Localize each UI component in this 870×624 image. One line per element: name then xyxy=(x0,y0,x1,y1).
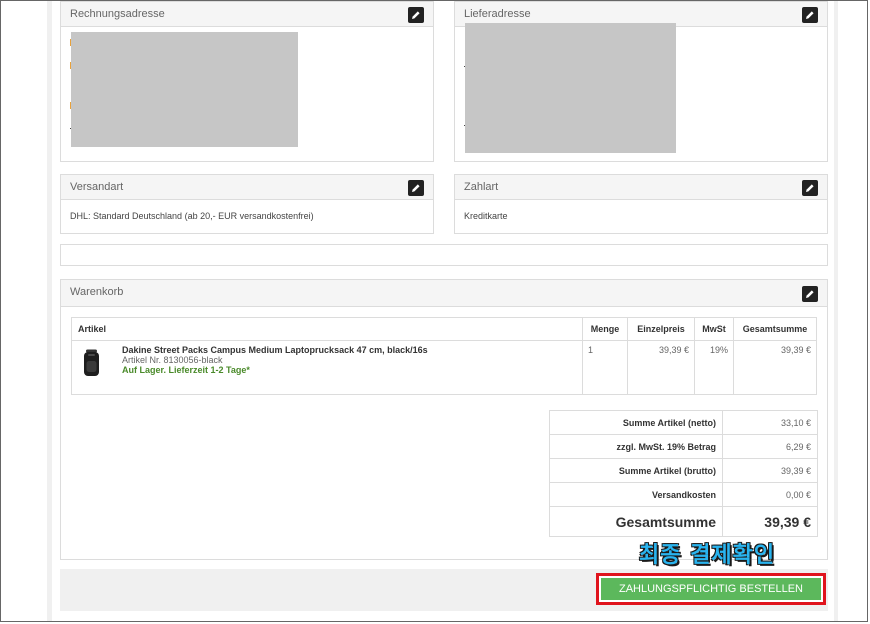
item-vat: 19% xyxy=(694,340,734,395)
cart-panel: Warenkorb Artikel Menge Einzelpreis MwSt… xyxy=(60,279,828,560)
pencil-icon xyxy=(806,290,814,298)
edit-payment-method-button[interactable] xyxy=(802,180,818,196)
shipping-method-panel: Versandart DHL: Standard Deutschland (ab… xyxy=(60,174,434,234)
grand-total-row: Gesamtsumme 39,39 € xyxy=(549,506,818,537)
cart-title: Warenkorb xyxy=(70,286,124,298)
redacted-billing-address xyxy=(71,32,298,147)
payment-method-header: Zahlart xyxy=(455,175,827,200)
shipping-method-value: DHL: Standard Deutschland (ab 20,- EUR v… xyxy=(70,211,314,221)
grand-total-label: Gesamtsumme xyxy=(549,506,723,537)
cart-table: Artikel Menge Einzelpreis MwSt Gesamtsum… xyxy=(71,317,817,395)
shipping-method-header: Versandart xyxy=(61,175,433,200)
totals-value: 33,10 € xyxy=(722,410,818,435)
item-unit-price: 39,39 € xyxy=(627,340,695,395)
column-header: Einzelpreis xyxy=(627,317,695,341)
totals-row: Versandkosten 0,00 € xyxy=(549,482,818,507)
column-header: Menge xyxy=(582,317,628,341)
item-quantity: 1 xyxy=(582,340,628,395)
totals-label: Summe Artikel (netto) xyxy=(549,410,723,435)
cart-header: Warenkorb xyxy=(61,280,827,307)
product-name[interactable]: Dakine Street Packs Campus Medium Laptop… xyxy=(122,345,577,355)
shipping-address-panel: Lieferadresse xyxy=(454,1,828,162)
table-row: Dakine Street Packs Campus Medium Laptop… xyxy=(71,340,817,395)
cart-item-cell: Dakine Street Packs Campus Medium Laptop… xyxy=(71,340,583,395)
totals-label: Versandkosten xyxy=(549,482,723,507)
empty-info-panel xyxy=(60,244,828,266)
totals-label: Summe Artikel (brutto) xyxy=(549,458,723,483)
billing-address-panel: Rechnungsadresse xyxy=(60,1,434,162)
totals-row: Summe Artikel (netto) 33,10 € xyxy=(549,410,818,435)
annotation-final-payment-confirmation: 최종 결제확인 xyxy=(639,543,776,568)
totals-value: 0,00 € xyxy=(722,482,818,507)
pencil-icon xyxy=(412,11,420,19)
edit-shipping-method-button[interactable] xyxy=(408,180,424,196)
totals-row: Summe Artikel (brutto) 39,39 € xyxy=(549,458,818,483)
payment-method-title: Zahlart xyxy=(464,181,499,193)
shipping-address-title: Lieferadresse xyxy=(464,8,531,20)
item-total: 39,39 € xyxy=(733,340,817,395)
checkout-content: Rechnungsadresse Lieferadresse Versandar… xyxy=(52,1,834,621)
payment-method-value: Kreditkarte xyxy=(464,211,508,221)
place-order-button[interactable]: ZAHLUNGSPFLICHTIG BESTELLEN xyxy=(601,578,821,600)
billing-address-header: Rechnungsadresse xyxy=(61,2,433,27)
column-header: Artikel xyxy=(71,317,583,341)
totals-value: 39,39 € xyxy=(722,458,818,483)
edit-cart-button[interactable] xyxy=(802,286,818,302)
cart-table-header: Artikel Menge Einzelpreis MwSt Gesamtsum… xyxy=(71,317,817,341)
pencil-icon xyxy=(806,11,814,19)
totals-label: zzgl. MwSt. 19% Betrag xyxy=(549,434,723,459)
totals-value: 6,29 € xyxy=(722,434,818,459)
totals-row: zzgl. MwSt. 19% Betrag 6,29 € xyxy=(549,434,818,459)
order-button-highlight: ZAHLUNGSPFLICHTIG BESTELLEN xyxy=(596,573,826,605)
billing-address-title: Rechnungsadresse xyxy=(70,8,165,20)
edit-shipping-address-button[interactable] xyxy=(802,7,818,23)
backpack-icon xyxy=(84,349,99,376)
order-totals-table: Summe Artikel (netto) 33,10 € zzgl. MwSt… xyxy=(549,410,818,537)
left-gutter xyxy=(1,1,47,621)
redacted-shipping-address xyxy=(465,23,676,153)
payment-method-panel: Zahlart Kreditkarte xyxy=(454,174,828,234)
product-stock-status: Auf Lager. Lieferzeit 1-2 Tage* xyxy=(122,365,250,375)
product-sku: Artikel Nr. 8130056-black xyxy=(122,355,223,365)
column-header: MwSt xyxy=(694,317,734,341)
column-header: Gesamtsumme xyxy=(733,317,817,341)
pencil-icon xyxy=(806,184,814,192)
edit-billing-address-button[interactable] xyxy=(408,7,424,23)
grand-total-value: 39,39 € xyxy=(722,506,818,537)
shipping-method-title: Versandart xyxy=(70,181,124,193)
pencil-icon xyxy=(412,184,420,192)
